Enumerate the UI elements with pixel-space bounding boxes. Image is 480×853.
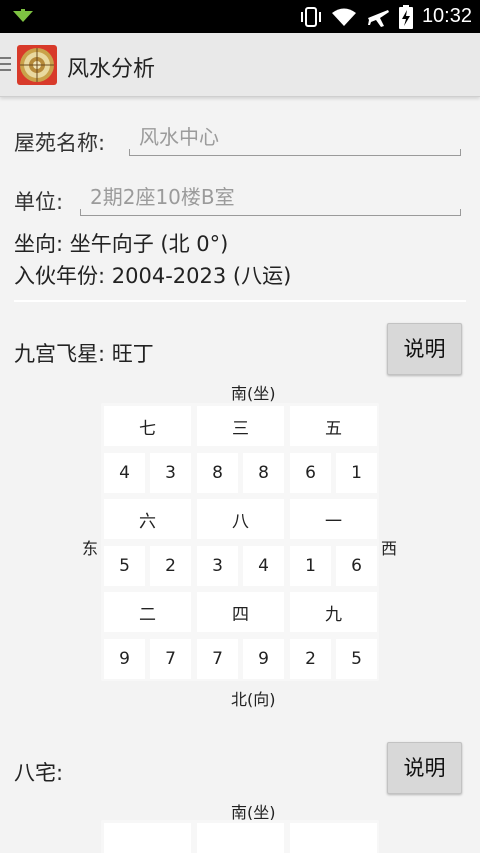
- star-number-cell: 2: [290, 639, 331, 679]
- star-number-cell: 8: [243, 453, 284, 493]
- star-number-cell: 3: [197, 546, 238, 586]
- flying-stars-grid: 七三五438861六八一523416二四九977925: [101, 403, 379, 681]
- star-number-cell: 3: [150, 453, 191, 493]
- palace-cell: 一: [290, 499, 377, 539]
- orientation-text: 坐向: 坐午向子 (北 0°): [14, 232, 229, 256]
- star-number-cell: 8: [197, 453, 238, 493]
- eight-mansions-grid: [101, 820, 379, 853]
- palace-cell: 九: [290, 592, 377, 632]
- star-number-cell: 5: [336, 639, 377, 679]
- unit-input[interactable]: 2期2座10楼B室: [80, 182, 461, 216]
- eight-mansions-explain-button[interactable]: 说明: [387, 742, 462, 794]
- palace-cell: 二: [104, 592, 191, 632]
- palace-cell: 八: [197, 499, 284, 539]
- direction-west: 西: [381, 539, 398, 558]
- star-number-cell: 9: [104, 639, 145, 679]
- drawer-menu-icon[interactable]: [0, 57, 11, 75]
- move-in-year-text: 入伙年份: 2004-2023 (八运): [14, 264, 292, 288]
- status-time: 10:32: [421, 5, 472, 27]
- app-title: 风水分析: [67, 57, 156, 82]
- palace-cell: 七: [104, 406, 191, 446]
- star-number-cell: 6: [336, 546, 377, 586]
- unit-label: 单位:: [14, 190, 64, 214]
- palace-cell: 三: [197, 406, 284, 446]
- direction-north-face: 北(向): [231, 690, 276, 709]
- section-divider: [14, 300, 466, 302]
- app-logo-icon[interactable]: [17, 45, 57, 85]
- star-number-cell: 9: [243, 639, 284, 679]
- eight-mansions-title: 八宅:: [14, 761, 64, 785]
- estate-name-label: 屋苑名称:: [14, 131, 106, 155]
- star-number-cell: 1: [290, 546, 331, 586]
- wifi-icon: [331, 8, 356, 26]
- eight-mansions-cell: [104, 823, 191, 853]
- action-bar: 风水分析: [0, 33, 480, 97]
- eight-mansions-cell: [197, 823, 284, 853]
- star-number-cell: 7: [150, 639, 191, 679]
- palace-cell: 五: [290, 406, 377, 446]
- star-number-cell: 6: [290, 453, 331, 493]
- star-number-cell: 7: [197, 639, 238, 679]
- palace-cell: 六: [104, 499, 191, 539]
- status-bar: 10:32: [0, 0, 480, 33]
- star-number-cell: 4: [104, 453, 145, 493]
- eight-mansions-cell: [290, 823, 377, 853]
- estate-name-input[interactable]: 风水中心: [129, 122, 461, 156]
- direction-south-sit: 南(坐): [231, 384, 276, 403]
- star-number-cell: 2: [150, 546, 191, 586]
- download-notification-icon: [13, 9, 33, 22]
- flying-stars-title: 九宫飞星: 旺丁: [14, 342, 154, 366]
- palace-cell: 四: [197, 592, 284, 632]
- battery-charging-icon: [398, 4, 413, 29]
- star-number-cell: 5: [104, 546, 145, 586]
- star-number-cell: 4: [243, 546, 284, 586]
- star-number-cell: 1: [336, 453, 377, 493]
- airplane-mode-icon: [367, 9, 389, 27]
- direction-east: 东: [82, 539, 99, 558]
- vibrate-icon: [300, 6, 321, 27]
- flying-stars-explain-button[interactable]: 说明: [387, 323, 462, 375]
